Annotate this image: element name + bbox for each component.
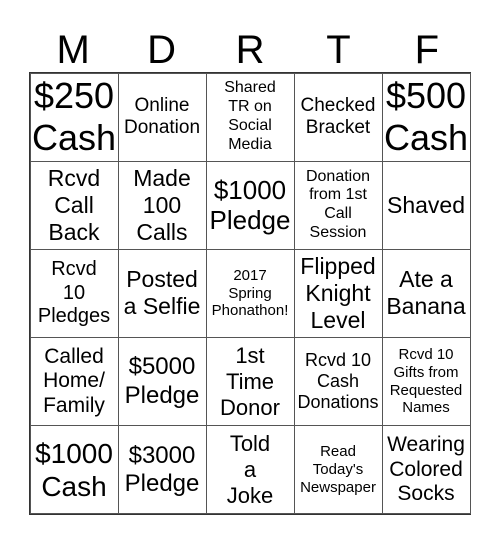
bingo-cell[interactable]: $5000 Pledge [117, 337, 207, 427]
header-letter: R [235, 28, 265, 72]
bingo-cell[interactable]: Rcvd 10 Gifts from Requested Names [381, 337, 471, 427]
bingo-cell[interactable]: Rcvd 10 Pledges [29, 248, 119, 339]
header-letter: D [147, 28, 177, 72]
bingo-cell[interactable]: $250 Cash [29, 72, 119, 162]
bingo-cell[interactable]: Shared TR on Social Media [205, 72, 295, 162]
bingo-cell[interactable]: Donation from 1st Call Session [293, 160, 383, 250]
bingo-cell[interactable]: Rcvd Call Back [29, 160, 119, 250]
header-letter: M [56, 28, 90, 72]
bingo-cell[interactable]: $500 Cash [381, 72, 471, 162]
bingo-cell[interactable]: Flipped Knight Level [293, 248, 383, 339]
bingo-cell[interactable]: $1000 Pledge [205, 160, 295, 250]
bingo-cell[interactable]: Told a Joke [205, 425, 295, 515]
bingo-cell[interactable]: Ate a Banana [381, 248, 471, 339]
header-letter: F [414, 28, 440, 72]
bingo-cell[interactable]: Called Home/ Family [29, 337, 119, 427]
bingo-grid: $250 Cash Online Donation Shared TR on Soc… [29, 72, 471, 515]
bingo-cell[interactable]: Wearing Colored Socks [381, 425, 471, 515]
bingo-cell[interactable]: 1st Time Donor [205, 337, 295, 427]
bingo-cell[interactable]: 2017 Spring Phonathon! [205, 248, 295, 339]
bingo-cell[interactable]: $3000 Pledge [117, 425, 207, 515]
bingo-header: MDRTF [29, 28, 471, 72]
bingo-cell[interactable]: Shaved [381, 160, 471, 250]
bingo-cell[interactable]: $1000 Cash [29, 425, 119, 515]
bingo-cell[interactable]: Posted a Selfie [117, 248, 207, 339]
bingo-cell[interactable]: Read Today's Newspaper [293, 425, 383, 515]
bingo-cell[interactable]: Rcvd 10 Cash Donations [293, 337, 383, 427]
header-letter: T [326, 28, 351, 72]
bingo-cell[interactable]: Checked Bracket [293, 72, 383, 162]
bingo-cell[interactable]: Online Donation [117, 72, 207, 162]
bingo-cell[interactable]: Made 100 Calls [117, 160, 207, 250]
